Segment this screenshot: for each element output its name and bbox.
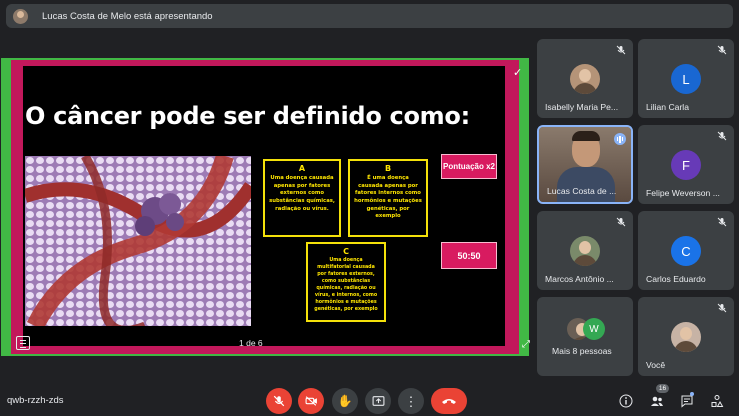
- hang-up-icon: [442, 399, 456, 404]
- option-c-text: Uma doença multifatorial causada por fat…: [314, 258, 378, 312]
- presenting-text: Lucas Costa de Melo está apresentando: [42, 10, 213, 22]
- participant-name: Felipe Weverson ...: [646, 188, 720, 198]
- present-screen-icon: [372, 396, 384, 406]
- leave-call-button[interactable]: [431, 388, 467, 414]
- option-c-letter: C: [343, 247, 349, 256]
- option-b[interactable]: B É uma doença causada apenas por fatore…: [348, 159, 428, 237]
- present-button[interactable]: [365, 388, 391, 414]
- participant-tile[interactable]: F Felipe Weverson ...: [638, 125, 734, 204]
- slide-page-number: 1 de 6: [239, 338, 263, 348]
- self-tile[interactable]: Você: [638, 297, 734, 376]
- avatar: W: [583, 318, 605, 340]
- mic-off-icon: [717, 217, 727, 227]
- option-c[interactable]: C Uma doença multifatorial causada por f…: [306, 242, 386, 322]
- participant-tile-speaking[interactable]: Lucas Costa de ...: [537, 125, 633, 204]
- mic-off-icon: [616, 217, 626, 227]
- more-people-tile[interactable]: W Mais 8 pessoas: [537, 297, 633, 376]
- participant-count-badge: 16: [656, 384, 669, 393]
- people-icon[interactable]: [650, 394, 664, 408]
- avatar: [671, 322, 701, 352]
- mic-off-icon: [273, 395, 285, 407]
- more-vert-icon: ⋮: [404, 393, 418, 409]
- avatar: F: [671, 150, 701, 180]
- participant-tile[interactable]: Marcos Antônio ...: [537, 211, 633, 290]
- option-a[interactable]: A Uma doença causada apenas por fatores …: [263, 159, 341, 237]
- speaking-icon: [614, 133, 626, 145]
- participant-tile[interactable]: Isabelly Maria Pe...: [537, 39, 633, 118]
- option-a-text: Uma doença causada apenas por fatores ex…: [269, 175, 335, 212]
- slide-menu-icon[interactable]: [16, 336, 30, 350]
- mic-toggle-button[interactable]: [266, 388, 292, 414]
- fifty-fifty-button[interactable]: 50:50: [441, 242, 497, 269]
- meeting-code: qwb-rzzh-zds: [7, 395, 64, 406]
- chat-unread-dot: [690, 392, 694, 396]
- participant-name: Você: [646, 360, 666, 370]
- participant-tile[interactable]: L Lilian Carla: [638, 39, 734, 118]
- cancer-cells-image: [25, 156, 251, 326]
- option-b-text: É uma doença causada apenas por fatores …: [354, 175, 422, 220]
- raise-hand-button[interactable]: ✋: [332, 388, 358, 414]
- avatar: C: [671, 236, 701, 266]
- participant-name: Marcos Antônio ...: [545, 274, 614, 284]
- option-a-letter: A: [298, 164, 306, 173]
- camera-toggle-button[interactable]: [298, 388, 324, 414]
- avatar: L: [671, 64, 701, 94]
- mic-off-icon: [616, 45, 626, 55]
- mic-off-icon: [717, 131, 727, 141]
- more-people-label: Mais 8 pessoas: [552, 346, 612, 356]
- check-icon: ✓: [513, 67, 523, 79]
- participant-name: Isabelly Maria Pe...: [545, 102, 619, 112]
- slide-frame: ✓ O câncer pode ser definido como: A Uma…: [11, 60, 530, 354]
- avatar: [570, 64, 600, 94]
- slide-title: O câncer pode ser definido como:: [25, 102, 470, 130]
- option-b-letter: B: [384, 164, 392, 173]
- info-icon[interactable]: [619, 394, 633, 408]
- avatar: [570, 236, 600, 266]
- camera-off-icon: [305, 396, 317, 406]
- double-points-button[interactable]: Pontuação x2: [441, 154, 497, 179]
- presenter-avatar: [13, 8, 28, 24]
- participant-name: Lucas Costa de ...: [547, 186, 617, 196]
- quiz-slide: O câncer pode ser definido como: A Uma d…: [23, 66, 505, 346]
- shared-screen[interactable]: ✓ O câncer pode ser definido como: A Uma…: [1, 58, 530, 356]
- presenting-banner: Lucas Costa de Melo está apresentando: [6, 4, 733, 28]
- hand-icon: ✋: [337, 394, 353, 408]
- control-bar: qwb-rzzh-zds ✋ ⋮: [0, 380, 739, 416]
- participant-name: Carlos Eduardo: [646, 274, 706, 284]
- participant-tile[interactable]: C Carlos Eduardo: [638, 211, 734, 290]
- fullscreen-icon[interactable]: ⤢: [520, 339, 532, 351]
- participant-name: Lilian Carla: [646, 102, 689, 112]
- chat-icon[interactable]: [680, 394, 694, 408]
- more-options-button[interactable]: ⋮: [398, 388, 424, 414]
- mic-off-icon: [717, 45, 727, 55]
- mic-off-icon: [717, 303, 727, 313]
- activities-icon[interactable]: [710, 394, 724, 408]
